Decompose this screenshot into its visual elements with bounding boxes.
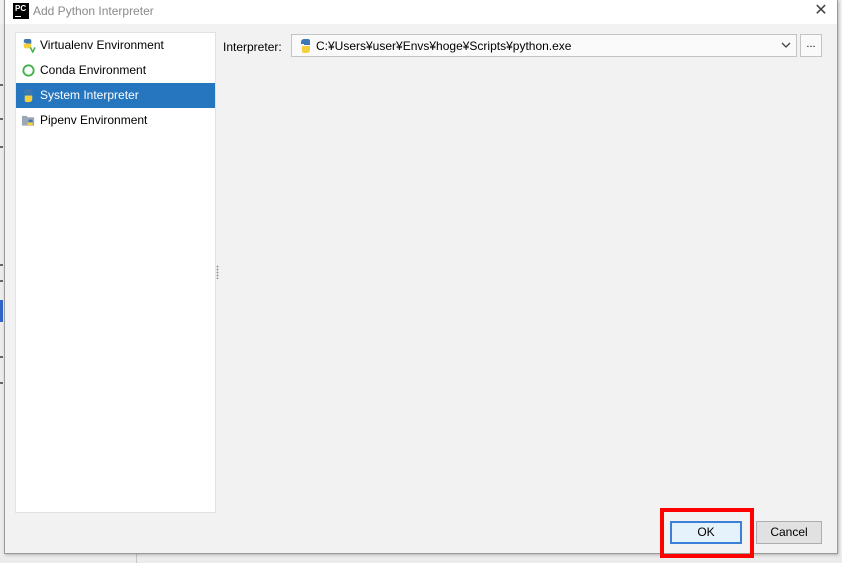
- conda-icon: [22, 64, 35, 77]
- ok-button[interactable]: OK: [670, 521, 742, 544]
- sidebar-item-label: System Interpreter: [40, 88, 139, 102]
- virtualenv-icon: [23, 38, 36, 53]
- sidebar-item-pipenv[interactable]: Pipenv Environment: [16, 108, 215, 133]
- background-window-bottom: [0, 554, 842, 563]
- background-selection: [0, 300, 3, 322]
- app-icon-bar: [15, 16, 21, 17]
- background-mark: [0, 280, 3, 282]
- sidebar-item-virtualenv[interactable]: Virtualenv Environment: [16, 33, 215, 58]
- interpreter-path-value: C:¥Users¥user¥Envs¥hoge¥Scripts¥python.e…: [316, 39, 572, 53]
- sidebar-item-label: Pipenv Environment: [40, 113, 148, 127]
- close-icon[interactable]: ✕: [811, 1, 831, 21]
- environment-type-list: Virtualenv Environment Conda Environment…: [15, 32, 216, 513]
- background-divider: [136, 554, 137, 563]
- background-mark: [0, 146, 3, 148]
- background-mark: [0, 356, 3, 358]
- window-title: Add Python Interpreter: [33, 4, 154, 18]
- sidebar-item-system-interpreter[interactable]: System Interpreter: [16, 83, 215, 108]
- interpreter-select[interactable]: C:¥Users¥user¥Envs¥hoge¥Scripts¥python.e…: [291, 34, 797, 57]
- background-mark: [0, 84, 3, 86]
- sidebar-item-label: Conda Environment: [40, 63, 147, 77]
- background-mark: [0, 382, 3, 384]
- browse-button[interactable]: ...: [800, 34, 822, 57]
- python-icon: [23, 88, 33, 103]
- interpreter-label: Interpreter:: [223, 40, 282, 54]
- panel-splitter-handle[interactable]: [216, 265, 219, 279]
- sidebar-item-label: Virtualenv Environment: [40, 38, 164, 52]
- cancel-button[interactable]: Cancel: [756, 521, 822, 544]
- pycharm-app-icon: PC: [13, 3, 29, 19]
- title-bar[interactable]: PC Add Python Interpreter ✕: [5, 0, 837, 24]
- background-mark: [0, 264, 3, 266]
- app-icon-text: PC: [15, 4, 27, 13]
- add-python-interpreter-dialog: PC Add Python Interpreter ✕ Virtualenv E…: [4, 0, 838, 558]
- background-mark: [0, 118, 3, 120]
- sidebar-item-conda[interactable]: Conda Environment: [16, 58, 215, 83]
- pipenv-icon: [21, 115, 35, 126]
- python-icon: [301, 39, 310, 53]
- chevron-down-icon[interactable]: [781, 40, 791, 50]
